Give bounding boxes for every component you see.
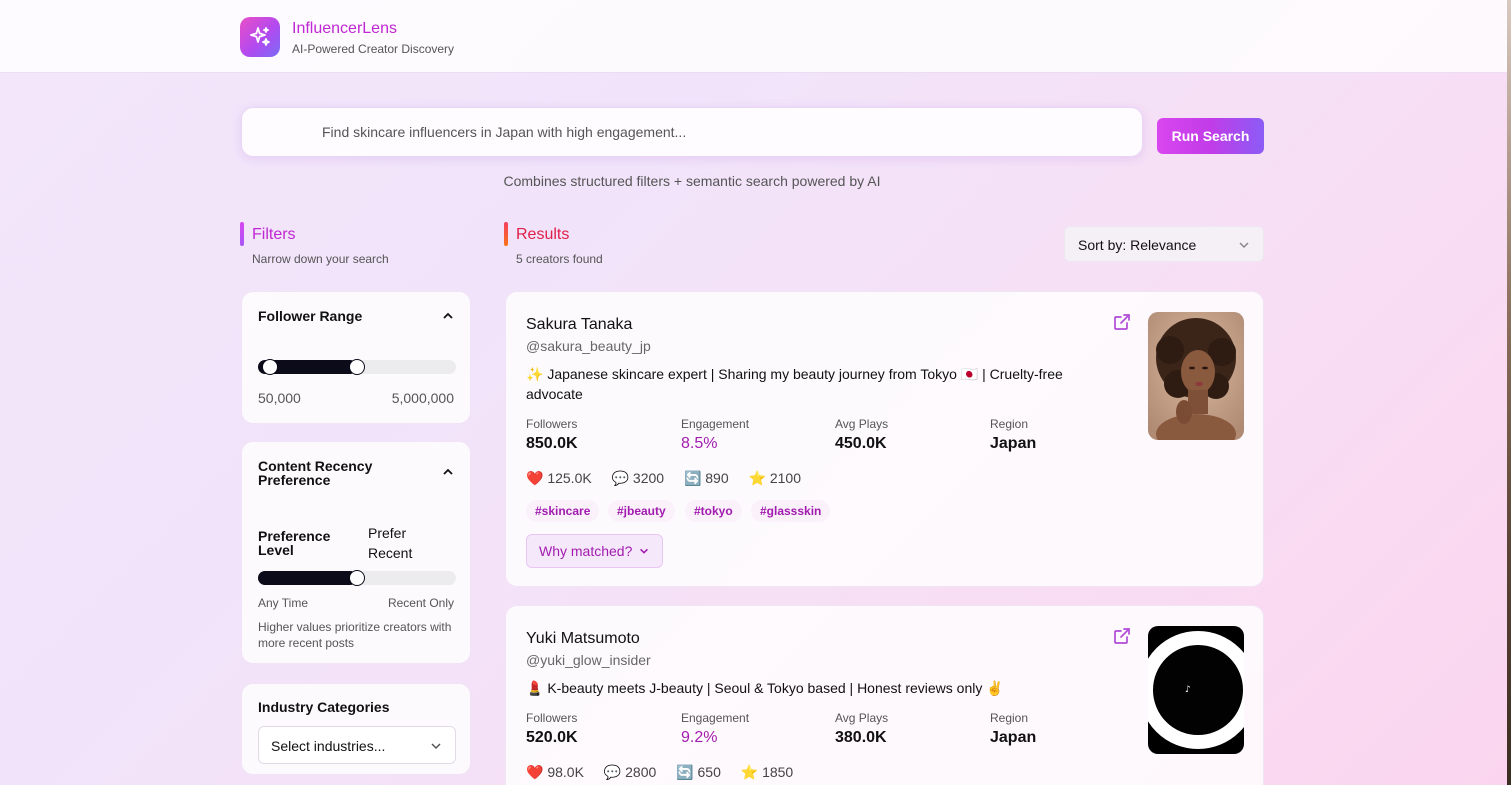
hashtag-chip[interactable]: #skincare	[526, 500, 600, 522]
external-link-icon[interactable]	[1112, 626, 1132, 646]
filters-subtitle: Narrow down your search	[252, 252, 389, 266]
follower-range-max-label: 5,000,000	[391, 390, 454, 406]
follower-range-min-thumb[interactable]	[261, 359, 278, 375]
chevron-down-icon	[1239, 242, 1249, 249]
logo	[240, 17, 280, 57]
followers-label: Followers	[526, 711, 578, 725]
shares-count: 🔄 650	[676, 764, 721, 780]
sparkles-icon	[250, 27, 270, 46]
chevron-down-icon	[640, 548, 649, 554]
why-matched-button[interactable]: Why matched?	[526, 534, 664, 568]
shares-count: 🔄 890	[683, 470, 729, 486]
follower-range-max-thumb[interactable]	[349, 359, 365, 375]
creator-card[interactable]: Sakura Tanaka @sakura_beauty_jp ✨ Japane…	[505, 291, 1264, 587]
filters-accent-bar	[240, 222, 244, 246]
recency-slider-fill	[258, 571, 357, 585]
avg-plays-value: 450.0K	[835, 435, 887, 452]
external-link-icon[interactable]	[1112, 312, 1132, 332]
app-header: InfluencerLens AI-Powered Creator Discov…	[0, 0, 1507, 73]
industry-title: Industry Categories	[258, 699, 390, 715]
saves-count: ⭐ 2100	[748, 470, 801, 486]
search-input[interactable]	[322, 108, 1122, 156]
follower-range-slider[interactable]	[258, 359, 456, 375]
brand-subtitle: AI-Powered Creator Discovery	[292, 42, 455, 56]
preference-level-value: Prefer Recent	[368, 525, 413, 561]
hashtag-chip[interactable]: #glassskin	[751, 500, 831, 522]
engagement-metrics: ❤️ 125.0K 💬 3200 🔄 890 ⭐ 2100	[526, 470, 817, 487]
chevron-up-icon[interactable]	[441, 465, 455, 479]
creator-bio: 💄 K-beauty meets J-beauty | Seoul & Toky…	[526, 680, 1004, 696]
region-label: Region	[990, 711, 1029, 725]
engagement-metrics: ❤️ 98.0K 💬 2800 🔄 650 ⭐ 1850	[526, 764, 809, 781]
industry-select-placeholder: Select industries...	[271, 738, 386, 754]
comments-count: 💬 3200	[611, 470, 665, 486]
engagement-label: Engagement	[681, 417, 750, 431]
chevron-down-icon	[431, 743, 441, 750]
results-count: 5 creators found	[516, 252, 603, 266]
region-label: Region	[990, 417, 1029, 431]
hashtag-chip[interactable]: #jbeauty	[608, 500, 675, 522]
recency-slider-thumb[interactable]	[349, 570, 365, 586]
creator-avatar	[1148, 312, 1244, 440]
follower-range-card: Follower Range 50,000 5,000,000	[241, 291, 471, 424]
results-accent-bar	[504, 222, 508, 246]
industry-card: Industry Categories Select industries...	[241, 683, 471, 775]
creator-card[interactable]: Yuki Matsumoto @yuki_glow_insider 💄 K-be…	[505, 605, 1264, 785]
avg-plays-value: 380.0K	[835, 729, 887, 746]
results-title: Results	[516, 226, 570, 243]
likes-count: ❤️ 98.0K	[526, 764, 584, 780]
creator-name: Yuki Matsumoto	[526, 630, 640, 647]
region-value: Japan	[990, 729, 1037, 746]
search-hint: Combines structured filters + semantic s…	[503, 173, 881, 189]
engagement-value: 8.5%	[681, 435, 718, 452]
region-value: Japan	[990, 435, 1037, 452]
creator-bio: ✨ Japanese skincare expert | Sharing my …	[526, 366, 1063, 402]
brand-name: InfluencerLens	[292, 20, 397, 37]
recency-slider[interactable]	[258, 570, 456, 586]
creator-name: Sakura Tanaka	[526, 316, 633, 333]
recency-title: Content Recency Preference	[258, 458, 373, 488]
creator-avatar: ♪	[1148, 626, 1244, 754]
comments-count: 💬 2800	[603, 764, 657, 780]
chevron-up-icon[interactable]	[441, 309, 455, 323]
avg-plays-label: Avg Plays	[835, 417, 889, 431]
creator-handle: @yuki_glow_insider	[526, 652, 651, 668]
recency-any-time-label: Any Time	[258, 596, 309, 610]
industry-select[interactable]: Select industries...	[258, 726, 456, 764]
followers-value: 850.0K	[526, 435, 578, 452]
follower-range-title: Follower Range	[258, 308, 363, 324]
sort-select-label: Sort by: Relevance	[1078, 237, 1197, 253]
likes-count: ❤️ 125.0K	[526, 470, 592, 486]
sort-select[interactable]: Sort by: Relevance	[1064, 226, 1264, 262]
why-matched-label: Why matched?	[539, 543, 633, 559]
followers-value: 520.0K	[526, 729, 578, 746]
saves-count: ⭐ 1850	[740, 764, 794, 780]
recency-recent-only-label: Recent Only	[387, 596, 454, 610]
engagement-label: Engagement	[681, 711, 750, 725]
avg-plays-label: Avg Plays	[835, 711, 889, 725]
recency-card: Content Recency Preference Preference Le…	[241, 441, 471, 664]
followers-label: Followers	[526, 417, 578, 431]
search-box	[241, 107, 1143, 157]
filters-title: Filters	[252, 226, 296, 243]
svg-text:♪: ♪	[1185, 685, 1191, 695]
run-search-button[interactable]: Run Search	[1157, 118, 1264, 154]
follower-range-min-label: 50,000	[258, 390, 301, 406]
preference-level-label: Preference Level	[258, 528, 331, 558]
window-edge	[1507, 0, 1511, 785]
hashtag-chip[interactable]: #tokyo	[685, 500, 742, 522]
recency-help-text: Higher values prioritize creators with m…	[258, 620, 452, 650]
engagement-value: 9.2%	[681, 729, 718, 746]
creator-handle: @sakura_beauty_jp	[526, 338, 651, 354]
